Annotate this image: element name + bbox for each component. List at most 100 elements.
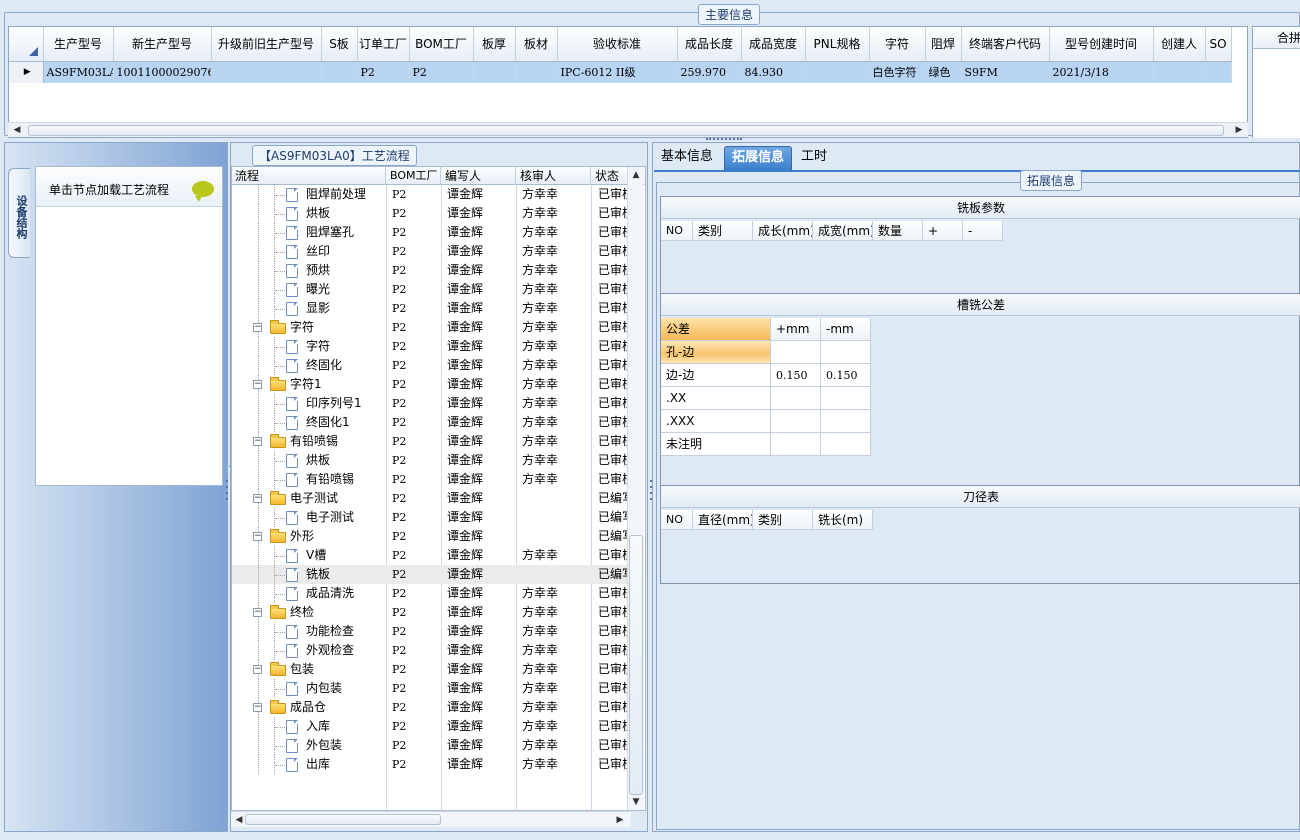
- col-header-length[interactable]: 成品长度: [677, 27, 742, 62]
- milling-add-button[interactable]: +: [923, 221, 963, 241]
- tree-row[interactable]: 印序列号1 P2 谭金辉 方幸幸 已审核: [232, 394, 632, 413]
- col-header-creator[interactable]: 创建人: [1153, 27, 1206, 62]
- tree-row[interactable]: − 有铅喷锡 P2 谭金辉 方幸幸 已审核: [232, 432, 632, 451]
- tab-basic-info[interactable]: 基本信息: [656, 146, 718, 170]
- col-header-model[interactable]: 生产型号: [43, 27, 114, 62]
- milling-col-category[interactable]: 类别: [693, 221, 753, 241]
- tolerance-minus-value[interactable]: 0.150: [821, 364, 871, 387]
- col-header-pnl[interactable]: PNL规格: [805, 27, 870, 62]
- milling-col-width[interactable]: 成宽(mm): [813, 221, 873, 241]
- device-structure-tree[interactable]: [35, 166, 223, 486]
- tool-col-mill-length[interactable]: 铣长(m): [813, 510, 873, 530]
- tree-row[interactable]: − 成品仓 P2 谭金辉 方幸幸 已审核: [232, 698, 632, 717]
- col-header-bom[interactable]: BOM工厂: [387, 167, 441, 185]
- cell-created[interactable]: 2021/3/18: [1049, 61, 1154, 83]
- tree-row[interactable]: 阻焊塞孔 P2 谭金辉 方幸幸 已审核: [232, 223, 632, 242]
- cell-new-model[interactable]: 10011000029076: [113, 61, 212, 83]
- milling-remove-button[interactable]: -: [963, 221, 1003, 241]
- tool-col-no[interactable]: NO: [661, 510, 693, 530]
- collapse-icon[interactable]: −: [253, 608, 262, 617]
- tree-row[interactable]: 阻焊前处理 P2 谭金辉 方幸幸 已审核: [232, 185, 632, 204]
- tree-row[interactable]: V槽 P2 谭金辉 方幸幸 已审核: [232, 546, 632, 565]
- cell-creator[interactable]: [1153, 61, 1206, 83]
- tool-col-diameter[interactable]: 直径(mm): [693, 510, 753, 530]
- col-header-order-factory[interactable]: 订单工厂: [357, 27, 410, 62]
- tree-row[interactable]: 外观检查 P2 谭金辉 方幸幸 已审核: [232, 641, 632, 660]
- scroll-right-icon[interactable]: ▶: [1232, 123, 1246, 137]
- tolerance-plus-value[interactable]: [771, 387, 821, 410]
- tree-row[interactable]: 终固化 P2 谭金辉 方幸幸 已审核: [232, 356, 632, 375]
- tree-row[interactable]: − 终检 P2 谭金辉 方幸幸 已审核: [232, 603, 632, 622]
- collapse-icon[interactable]: −: [253, 380, 262, 389]
- col-header-acceptance[interactable]: 验收标准: [557, 27, 678, 62]
- col-header-width[interactable]: 成品宽度: [741, 27, 806, 62]
- tree-row[interactable]: 铣板 P2 谭金辉 已编写: [232, 565, 632, 584]
- tree-row[interactable]: 曝光 P2 谭金辉 方幸幸 已审核: [232, 280, 632, 299]
- tree-row[interactable]: 终固化1 P2 谭金辉 方幸幸 已审核: [232, 413, 632, 432]
- cell-pnl[interactable]: [805, 61, 870, 83]
- tree-row[interactable]: 显影 P2 谭金辉 方幸幸 已审核: [232, 299, 632, 318]
- tolerance-minus-value[interactable]: [821, 387, 871, 410]
- cell-bom-factory[interactable]: P2: [409, 61, 474, 83]
- col-header-old-model[interactable]: 升级前旧生产型号: [211, 27, 322, 62]
- col-header-s-board[interactable]: S板: [321, 27, 358, 62]
- cell-old-model[interactable]: [211, 61, 322, 83]
- tolerance-plus-value[interactable]: [771, 341, 821, 364]
- row-indicator-icon[interactable]: ▶: [9, 61, 44, 83]
- main-info-hscrollbar[interactable]: ◀ ▶: [8, 122, 1248, 137]
- col-header-thickness[interactable]: 板厚: [473, 27, 516, 62]
- horizontal-splitter-handle[interactable]: [706, 138, 742, 141]
- col-header-new-model[interactable]: 新生产型号: [113, 27, 212, 62]
- scroll-left-icon[interactable]: ◀: [10, 123, 24, 137]
- tree-row[interactable]: 成品清洗 P2 谭金辉 方幸幸 已审核: [232, 584, 632, 603]
- cell-customer[interactable]: S9FM: [961, 61, 1050, 83]
- process-flow-tree-grid[interactable]: 流程 BOM工厂 编写人 核审人 状态 阻焊前处理 P2 谭金辉 方幸幸 已审核 烘板 P2…: [231, 166, 646, 811]
- cell-order-factory[interactable]: P2: [357, 61, 410, 83]
- cell-thickness[interactable]: [473, 61, 516, 83]
- col-header-reviewer[interactable]: 核审人: [517, 167, 591, 185]
- tree-row[interactable]: 烘板 P2 谭金辉 方幸幸 已审核: [232, 451, 632, 470]
- tree-row[interactable]: − 电子测试 P2 谭金辉 已编写: [232, 489, 632, 508]
- col-header-status[interactable]: 状态: [592, 167, 632, 185]
- tolerance-plus-value[interactable]: [771, 410, 821, 433]
- main-info-row[interactable]: ▶AS9FM03LA010011000029076 P2P2 IPC-6012 II…: [9, 61, 1232, 83]
- tolerance-minus-value[interactable]: [821, 341, 871, 364]
- col-header-char[interactable]: 字符: [869, 27, 926, 62]
- tab-extended-info[interactable]: 拓展信息: [724, 146, 792, 170]
- milling-col-length[interactable]: 成长(mm): [753, 221, 813, 241]
- cell-mask[interactable]: 绿色: [925, 61, 962, 83]
- cell-width[interactable]: 84.930: [741, 61, 806, 83]
- tree-row[interactable]: 外包装 P2 谭金辉 方幸幸 已审核: [232, 736, 632, 755]
- tree-row[interactable]: 功能检查 P2 谭金辉 方幸幸 已审核: [232, 622, 632, 641]
- col-header-mask[interactable]: 阻焊: [925, 27, 962, 62]
- cell-model[interactable]: AS9FM03LA0: [43, 61, 114, 83]
- tree-row[interactable]: − 外形 P2 谭金辉 已编写: [232, 527, 632, 546]
- scroll-left-icon[interactable]: ◀: [232, 813, 246, 827]
- device-structure-tab[interactable]: 设备结构: [8, 168, 30, 258]
- process-flow-hscroll-thumb[interactable]: [245, 814, 441, 825]
- tree-row[interactable]: 有铅喷锡 P2 谭金辉 方幸幸 已审核: [232, 470, 632, 489]
- scroll-down-icon[interactable]: ▼: [629, 795, 643, 809]
- cell-length[interactable]: 259.970: [677, 61, 742, 83]
- tree-row[interactable]: − 字符 P2 谭金辉 方幸幸 已审核: [232, 318, 632, 337]
- collapse-icon[interactable]: −: [253, 437, 262, 446]
- collapse-icon[interactable]: −: [253, 532, 262, 541]
- col-header-customer[interactable]: 终端客户代码: [961, 27, 1050, 62]
- tolerance-plus-value[interactable]: 0.150: [771, 364, 821, 387]
- col-header-so[interactable]: SO: [1205, 27, 1232, 62]
- tree-row[interactable]: 字符 P2 谭金辉 方幸幸 已审核: [232, 337, 632, 356]
- tree-row[interactable]: 入库 P2 谭金辉 方幸幸 已审核: [232, 717, 632, 736]
- cell-so[interactable]: [1205, 61, 1232, 83]
- cell-s-board[interactable]: [321, 61, 358, 83]
- milling-col-quantity[interactable]: 数量: [873, 221, 923, 241]
- tree-row[interactable]: − 包装 P2 谭金辉 方幸幸 已审核: [232, 660, 632, 679]
- tab-work-hours[interactable]: 工时: [794, 146, 834, 170]
- collapse-icon[interactable]: −: [253, 703, 262, 712]
- col-header-created[interactable]: 型号创建时间: [1049, 27, 1154, 62]
- cell-material[interactable]: [515, 61, 558, 83]
- tolerance-plus-value[interactable]: [771, 433, 821, 456]
- process-flow-hscrollbar[interactable]: ◀ ▶: [231, 811, 631, 827]
- tolerance-minus-value[interactable]: [821, 410, 871, 433]
- tree-row[interactable]: 烘板 P2 谭金辉 方幸幸 已审核: [232, 204, 632, 223]
- tree-row[interactable]: 丝印 P2 谭金辉 方幸幸 已审核: [232, 242, 632, 261]
